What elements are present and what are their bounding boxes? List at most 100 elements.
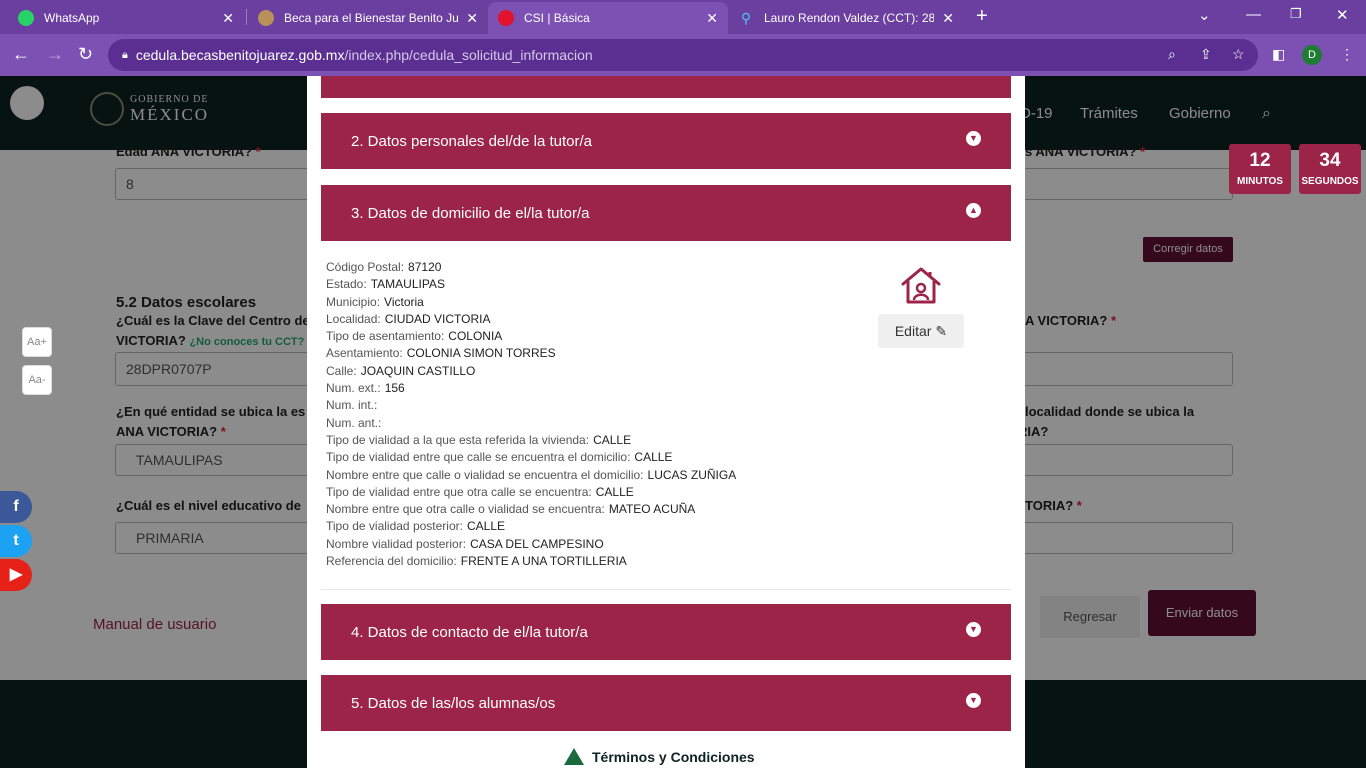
address-row-value: CALLE — [593, 432, 632, 447]
restore-icon[interactable]: ❐ — [1290, 6, 1302, 22]
address-row: Tipo de vialidad entre que calle se encu… — [326, 450, 736, 467]
minimize-icon[interactable]: — — [1246, 6, 1261, 23]
twitter-icon[interactable]: t — [0, 525, 32, 557]
site-favicon-icon — [258, 10, 274, 26]
site-favicon-icon — [498, 10, 514, 26]
menu-kebab-icon[interactable]: ⋮ — [1340, 46, 1354, 63]
font-decrease-button[interactable]: Aa- — [22, 365, 52, 395]
side-panel-icon[interactable]: ◧ — [1272, 46, 1285, 63]
bookmark-star-icon[interactable]: ☆ — [1232, 46, 1245, 63]
address-row-label: Tipo de asentamiento: — [326, 329, 445, 344]
address-row: Tipo de vialidad entre que otra calle se… — [326, 485, 736, 502]
tab-beca[interactable]: Beca para el Bienestar Benito Juá ✕ — [248, 2, 488, 34]
whatsapp-icon — [18, 10, 34, 26]
lock-icon: 🔒︎ — [122, 48, 128, 61]
edit-button[interactable]: Editar ✎ — [878, 314, 964, 348]
address-row-label: Num. ant.: — [326, 415, 382, 430]
address-row-label: Referencia del domicilio: — [326, 554, 457, 569]
profile-avatar[interactable]: D — [1302, 45, 1322, 65]
address-row: Nombre vialidad posterior: CASA DEL CAMPE… — [326, 537, 736, 554]
address-row-value: JOAQUIN CASTILLO — [360, 363, 476, 378]
address-row-label: Nombre vialidad posterior: — [326, 536, 467, 551]
address-row: Tipo de asentamiento: COLONIA — [326, 329, 736, 346]
back-icon[interactable]: ← — [12, 44, 30, 65]
address-row: Código Postal: 87120 — [326, 260, 736, 277]
accordion-section-2[interactable]: 2. Datos personales del/de la tutor/a ▼ — [321, 113, 1011, 169]
address-row-value: LUCAS ZUÑIGA — [647, 467, 737, 482]
address-row-value: FRENTE A UNA TORTILLERIA — [460, 554, 627, 569]
edit-icon: ✎ — [935, 322, 948, 339]
seconds-value: 34 — [1319, 150, 1341, 171]
share-icon[interactable]: ⇪ — [1200, 46, 1212, 63]
address-row-value: 87120 — [408, 260, 442, 274]
address-row-label: Asentamiento: — [326, 346, 403, 361]
address-row-label: Municipio: — [326, 294, 381, 309]
url-input[interactable]: 🔒︎ cedula.becasbenitojuarez.gob.mx/index… — [108, 39, 1258, 71]
section-2-title: 2. Datos personales del/de la tutor/a — [351, 132, 592, 150]
font-increase-button[interactable]: Aa+ — [22, 327, 52, 357]
accordion-section-3[interactable]: 3. Datos de domicilio de el/la tutor/a ▲ — [321, 185, 1011, 241]
zoom-icon[interactable]: ⌕ — [1168, 46, 1176, 63]
chevron-up-icon: ▲ — [966, 203, 981, 218]
address-row-label: Tipo de vialidad entre que otra calle se… — [326, 484, 592, 499]
address-row-value: CASA DEL CAMPESINO — [470, 536, 604, 551]
tab-csi[interactable]: CSI | Básica ✕ — [488, 2, 728, 34]
address-row: Num. ext.: 156 — [326, 381, 736, 398]
address-row-value: COLONIA — [448, 329, 503, 344]
close-window-icon[interactable]: ✕ — [1336, 6, 1349, 24]
address-row-label: Localidad: — [326, 311, 381, 326]
address-row-value: TAMAULIPAS — [370, 277, 445, 292]
address-row-value: CIUDAD VICTORIA — [384, 311, 491, 326]
youtube-icon[interactable]: ▶ — [0, 559, 32, 591]
close-icon[interactable]: ✕ — [222, 10, 234, 27]
address-row-value: 156 — [384, 381, 405, 396]
address-row: Calle: JOAQUIN CASTILLO — [326, 364, 736, 381]
address-row: Nombre entre que otra calle o vialidad s… — [326, 502, 736, 519]
accordion-section-5[interactable]: 5. Datos de las/los alumnas/os ▼ — [321, 675, 1011, 731]
address-row: Num. ant.: — [326, 416, 736, 433]
new-tab-icon[interactable]: + — [976, 5, 988, 28]
page: GOBIERNO DE MÉXICO D-19 Trámites Gobiern… — [0, 76, 1366, 768]
address-row-label: Código Postal: — [326, 260, 405, 274]
data-review-modal: 2. Datos personales del/de la tutor/a ▼ … — [307, 76, 1025, 768]
address-row-label: Estado: — [326, 277, 367, 292]
timer-minutes: 12 MINUTOS — [1229, 144, 1291, 194]
address-row: Estado: TAMAULIPAS — [326, 277, 736, 294]
close-icon[interactable]: ✕ — [466, 10, 478, 27]
close-icon[interactable]: ✕ — [942, 10, 954, 27]
tab-title: Lauro Rendon Valdez (CCT): 28DF — [764, 11, 935, 25]
divider — [321, 589, 1011, 590]
tab-title: CSI | Básica — [524, 11, 590, 25]
tab-title: WhatsApp — [44, 11, 100, 25]
accordion-section-1[interactable] — [321, 76, 1011, 98]
tab-title: Beca para el Bienestar Benito Juá — [284, 11, 459, 25]
address-row-label: Calle: — [326, 363, 357, 378]
address-row: Referencia del domicilio: FRENTE A UNA TO… — [326, 554, 736, 571]
facebook-icon[interactable]: f — [0, 491, 32, 523]
address-bar-row: ← → ↻ 🔒︎ cedula.becasbenitojuarez.gob.mx… — [0, 34, 1366, 76]
address-row-label: Nombre entre que calle o vialidad se enc… — [326, 467, 644, 482]
reload-icon[interactable]: ↻ — [78, 44, 93, 65]
tab-separator — [246, 9, 247, 25]
seconds-label: SEGUNDOS — [1301, 176, 1359, 187]
timer-seconds: 34 SEGUNDOS — [1299, 144, 1361, 194]
terms-label: Términos y Condiciones — [592, 748, 755, 765]
tab-whatsapp[interactable]: WhatsApp ✕ — [8, 2, 244, 34]
address-row: Localidad: CIUDAD VICTORIA — [326, 312, 736, 329]
url-host: cedula.becasbenitojuarez.gob.mx — [135, 47, 345, 63]
close-icon[interactable]: ✕ — [706, 10, 718, 27]
map-pin-icon: ⚲ — [740, 10, 752, 26]
accordion-section-4[interactable]: 4. Datos de contacto de el/la tutor/a ▼ — [321, 604, 1011, 660]
section-5-title: 5. Datos de las/los alumnas/os — [351, 694, 556, 712]
terms-link[interactable]: Términos y Condiciones — [564, 748, 755, 765]
forward-icon[interactable]: → — [46, 44, 64, 65]
address-row-value: CALLE — [595, 484, 634, 499]
section-3-title: 3. Datos de domicilio de el/la tutor/a — [351, 204, 590, 222]
chevron-down-icon: ▼ — [966, 131, 981, 146]
address-row: Num. int.: — [326, 398, 736, 415]
tab-search-chevron-icon[interactable]: ⌄ — [1198, 6, 1211, 24]
address-row-label: Nombre entre que otra calle o vialidad s… — [326, 502, 605, 517]
address-details: Código Postal: 87120 Estado: TAMAULIPAS Muni… — [326, 260, 736, 571]
tab-lauro[interactable]: ⚲ Lauro Rendon Valdez (CCT): 28DF ✕ — [728, 2, 964, 34]
address-row-label: Tipo de vialidad posterior: — [326, 519, 463, 534]
